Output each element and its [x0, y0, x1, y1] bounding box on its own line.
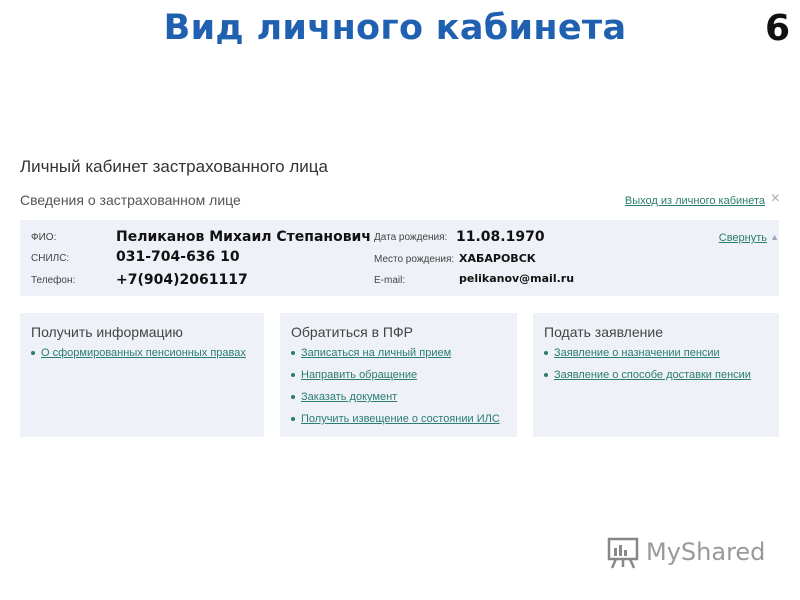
link-order-document[interactable]: Заказать документ: [301, 391, 397, 403]
bullet-icon: [544, 351, 548, 356]
list-item: Заказать документ: [291, 391, 500, 413]
birth-place-label: Место рождения:: [374, 254, 455, 265]
card-title: Подать заявление: [544, 324, 663, 340]
bullet-icon: [291, 417, 295, 422]
bullet-icon: [291, 373, 295, 378]
link-pension-rights[interactable]: О сформированных пенсионных правах: [41, 347, 246, 359]
logout-link[interactable]: Выход из личного кабинета: [625, 195, 765, 207]
logo-text: MyShared: [646, 538, 766, 566]
card-title: Получить информацию: [31, 324, 183, 340]
fio-label: ФИО:: [31, 232, 57, 243]
birth-date-value: 11.08.1970: [456, 229, 545, 245]
card-contact-pfr: Обратиться в ПФР Записаться на личный пр…: [280, 313, 517, 437]
bullet-icon: [31, 351, 35, 356]
link-pension-delivery[interactable]: Заявление о способе доставки пенсии: [554, 369, 751, 381]
card-title: Обратиться в ПФР: [291, 324, 413, 340]
chevron-up-icon[interactable]: ▲: [770, 232, 779, 242]
bullet-icon: [544, 373, 548, 378]
link-ils-notice[interactable]: Получить извещение о состоянии ИЛС: [301, 413, 500, 425]
snils-label: СНИЛС:: [31, 253, 70, 264]
list-item: Записаться на личный прием: [291, 347, 500, 369]
link-send-request[interactable]: Направить обращение: [301, 369, 417, 381]
birth-place-value: ХАБАРОВСК: [459, 252, 536, 265]
list-item: Заявление о способе доставки пенсии: [544, 369, 751, 391]
list-item: О сформированных пенсионных правах: [31, 347, 246, 369]
bullet-icon: [291, 351, 295, 356]
close-icon[interactable]: ×: [771, 190, 780, 208]
list-item: Направить обращение: [291, 369, 500, 391]
list-item: Получить извещение о состоянии ИЛС: [291, 413, 500, 435]
snils-value: 031-704-636 10: [116, 249, 240, 265]
bullet-icon: [291, 395, 295, 400]
email-value: pelikanov@mail.ru: [459, 272, 575, 285]
card-submit-application: Подать заявление Заявление о назначении …: [533, 313, 779, 437]
slide-title: Вид личного кабинета: [163, 8, 627, 48]
link-appointment[interactable]: Записаться на личный прием: [301, 347, 451, 359]
birth-date-label: Дата рождения:: [374, 232, 448, 243]
presentation-board-icon: [607, 537, 639, 569]
link-pension-assignment[interactable]: Заявление о назначении пенсии: [554, 347, 720, 359]
fio-value: Пеликанов Михаил Степанович: [116, 229, 371, 245]
collapse-link[interactable]: Свернуть: [719, 232, 767, 244]
cabinet-title: Личный кабинет застрахованного лица: [20, 157, 328, 176]
email-label: E-mail:: [374, 275, 406, 286]
list-item: Заявление о назначении пенсии: [544, 347, 751, 369]
phone-label: Телефон:: [31, 275, 76, 286]
section-title: Сведения о застрахованном лице: [20, 192, 241, 208]
myshared-logo: MyShared: [606, 536, 776, 570]
person-info-panel: ФИО: Пеликанов Михаил Степанович СНИЛС: …: [20, 220, 779, 296]
card-get-info: Получить информацию О сформированных пен…: [20, 313, 264, 437]
phone-value: +7(904)2061117: [116, 272, 248, 288]
slide-number: 6: [764, 8, 790, 49]
